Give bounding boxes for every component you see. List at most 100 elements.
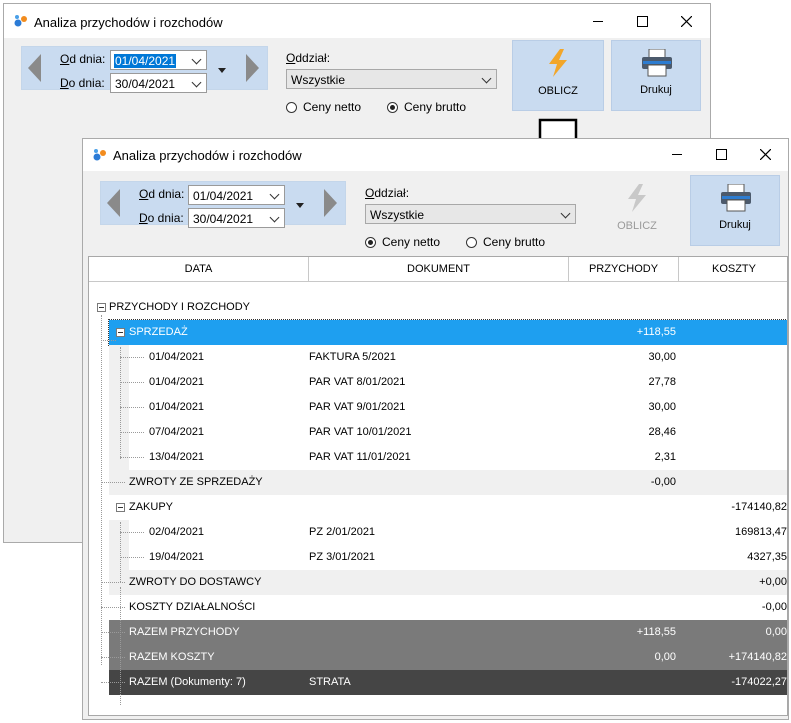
table-row[interactable]: 01/04/2021 PAR VAT 8/01/2021 27,78 bbox=[109, 370, 787, 395]
next-period-arrow-icon[interactable] bbox=[324, 189, 337, 217]
table-row[interactable]: ZWROTY ZE SPRZEDAŻY -0,00 bbox=[109, 470, 787, 495]
back-title-bar: Analiza przychodów i rozchodów bbox=[4, 4, 710, 38]
table-row[interactable]: SPRZEDAŻ +118,55 bbox=[108, 319, 787, 346]
date-navigator: Od dnia: 01/04/2021 Do dnia: 30/04/2021 bbox=[100, 181, 346, 228]
to-date-value: 30/04/2021 bbox=[193, 212, 254, 226]
table-row[interactable]: ZWROTY DO DOSTAWCY +0,00 bbox=[109, 570, 787, 595]
chevron-down-icon[interactable] bbox=[191, 54, 202, 65]
row-document bbox=[309, 470, 559, 495]
column-header-date[interactable]: DATA bbox=[89, 257, 309, 281]
table-row[interactable]: 19/04/2021 PZ 3/01/2021 4327,35 bbox=[109, 545, 787, 570]
radio-net-indicator[interactable] bbox=[286, 101, 297, 113]
row-income: 0,00 bbox=[654, 651, 676, 663]
period-dropdown-icon[interactable] bbox=[296, 203, 304, 208]
table-row[interactable]: 01/04/2021 FAKTURA 5/2021 30,00 bbox=[109, 345, 787, 370]
radio-gross-indicator[interactable] bbox=[466, 236, 477, 248]
row-income: 30,00 bbox=[648, 401, 676, 413]
row-label: ZAKUPY bbox=[129, 501, 174, 513]
column-header-document[interactable]: DOKUMENT bbox=[309, 257, 569, 281]
report-tree-grid[interactable]: DATA DOKUMENT PRZYCHODY KOSZTY PRZYCHODY… bbox=[88, 256, 788, 716]
tree-connector bbox=[101, 582, 125, 583]
branch-select[interactable]: Wszystkie bbox=[365, 204, 576, 224]
row-label: SPRZEDAŻ bbox=[129, 326, 188, 338]
row-income bbox=[569, 670, 676, 695]
prev-period-arrow-icon[interactable] bbox=[107, 189, 120, 217]
table-row[interactable]: 02/04/2021 PZ 2/01/2021 169813,47 bbox=[109, 520, 787, 545]
to-date-label: Do dnia: bbox=[139, 211, 184, 225]
row-cost: 169813,47 bbox=[735, 526, 787, 538]
close-icon bbox=[680, 15, 692, 27]
print-button-label: Drukuj bbox=[640, 84, 672, 96]
app-icon bbox=[93, 149, 106, 161]
close-button[interactable] bbox=[745, 141, 785, 167]
calculate-button[interactable]: OBLICZ bbox=[512, 40, 604, 111]
row-document bbox=[309, 295, 559, 320]
print-button[interactable]: Drukuj bbox=[690, 175, 780, 246]
row-document bbox=[309, 495, 559, 520]
chevron-down-icon[interactable] bbox=[560, 208, 571, 219]
collapse-toggle-icon[interactable] bbox=[116, 503, 125, 512]
to-date-field[interactable]: 30/04/2021 bbox=[110, 73, 207, 93]
radio-gross-price[interactable]: Ceny brutto bbox=[466, 235, 545, 249]
row-income bbox=[569, 295, 676, 320]
tree-connector bbox=[101, 682, 125, 683]
chevron-down-icon[interactable] bbox=[191, 77, 202, 88]
tree-connector bbox=[120, 347, 121, 459]
table-row[interactable]: KOSZTY DZIAŁALNOŚCI -0,00 bbox=[109, 595, 787, 620]
tree-connector bbox=[120, 382, 144, 383]
table-row[interactable]: PRZYCHODY I ROZCHODY bbox=[89, 295, 787, 320]
collapse-toggle-icon[interactable] bbox=[116, 328, 125, 337]
table-row[interactable]: ZAKUPY -174140,82 bbox=[109, 495, 787, 520]
table-row[interactable]: RAZEM (Dokumenty: 7) STRATA -174022,27 bbox=[109, 670, 787, 695]
column-header-income[interactable]: PRZYCHODY bbox=[569, 257, 679, 281]
radio-gross-price[interactable]: Ceny brutto bbox=[387, 100, 466, 114]
next-period-arrow-icon[interactable] bbox=[246, 54, 259, 82]
table-row[interactable]: 13/04/2021 PAR VAT 11/01/2021 2,31 bbox=[109, 445, 787, 470]
print-button[interactable]: Drukuj bbox=[611, 40, 701, 111]
minimize-button[interactable] bbox=[578, 8, 618, 34]
chevron-down-icon[interactable] bbox=[269, 212, 280, 223]
table-row[interactable]: RAZEM PRZYCHODY +118,55 0,00 bbox=[109, 620, 787, 645]
radio-gross-label: Ceny brutto bbox=[483, 235, 546, 249]
radio-net-price[interactable]: Ceny netto bbox=[365, 235, 440, 249]
period-dropdown-icon[interactable] bbox=[218, 68, 226, 73]
close-button[interactable] bbox=[666, 8, 706, 34]
row-income: 30,00 bbox=[648, 351, 676, 363]
chevron-down-icon[interactable] bbox=[481, 73, 492, 84]
branch-label: Oddział: bbox=[365, 186, 410, 200]
from-date-field[interactable]: 01/04/2021 bbox=[110, 50, 207, 70]
minimize-button[interactable] bbox=[657, 141, 697, 167]
branch-value: Wszystkie bbox=[291, 73, 345, 87]
calculate-button[interactable]: OBLICZ bbox=[591, 175, 683, 246]
to-date-field[interactable]: 30/04/2021 bbox=[188, 208, 285, 228]
from-date-field[interactable]: 01/04/2021 bbox=[188, 185, 285, 205]
column-header-cost[interactable]: KOSZTY bbox=[679, 257, 787, 281]
tree-connector bbox=[120, 357, 144, 358]
row-income bbox=[569, 570, 676, 595]
radio-net-price[interactable]: Ceny netto bbox=[286, 100, 361, 114]
maximize-button[interactable] bbox=[622, 8, 662, 34]
tree-connector bbox=[120, 457, 144, 458]
row-document: PAR VAT 9/01/2021 bbox=[309, 401, 406, 413]
prev-period-arrow-icon[interactable] bbox=[28, 54, 41, 82]
printer-icon bbox=[642, 49, 672, 77]
branch-select[interactable]: Wszystkie bbox=[286, 69, 497, 89]
tree-connector bbox=[120, 407, 144, 408]
maximize-button[interactable] bbox=[701, 141, 741, 167]
collapse-toggle-icon[interactable] bbox=[97, 303, 106, 312]
radio-gross-indicator[interactable] bbox=[387, 101, 398, 113]
row-cost bbox=[679, 295, 787, 320]
app-icon bbox=[14, 15, 27, 27]
table-row[interactable]: 07/04/2021 PAR VAT 10/01/2021 28,46 bbox=[109, 420, 787, 445]
radio-net-indicator[interactable] bbox=[365, 236, 376, 248]
table-row[interactable]: RAZEM KOSZTY 0,00 +174140,82 bbox=[109, 645, 787, 670]
row-income: 28,46 bbox=[648, 426, 676, 438]
grid-header: DATA DOKUMENT PRZYCHODY KOSZTY bbox=[89, 257, 787, 282]
row-label: KOSZTY DZIAŁALNOŚCI bbox=[129, 601, 256, 613]
row-income: +118,55 bbox=[636, 326, 676, 338]
row-document bbox=[309, 645, 559, 670]
to-date-label: Do dnia: bbox=[60, 76, 105, 90]
table-row[interactable]: 01/04/2021 PAR VAT 9/01/2021 30,00 bbox=[109, 395, 787, 420]
window-title: Analiza przychodów i rozchodów bbox=[34, 15, 223, 30]
chevron-down-icon[interactable] bbox=[269, 189, 280, 200]
